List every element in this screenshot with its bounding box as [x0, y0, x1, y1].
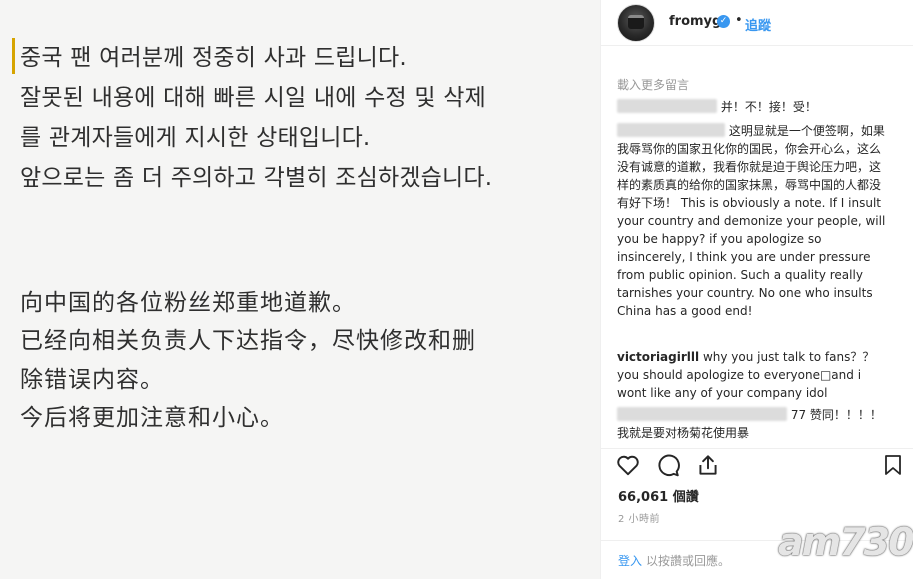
avatar[interactable] — [617, 4, 655, 42]
comment-username[interactable]: victoriagirlll — [617, 350, 699, 364]
login-link[interactable]: 登入 — [618, 552, 642, 569]
share-icon[interactable] — [695, 452, 721, 478]
blurred-username — [617, 407, 787, 421]
comment-item: 77 赞同！！！！我就是要对杨菊花使用暴 — [617, 406, 887, 442]
bookmark-icon[interactable] — [881, 452, 905, 478]
text-cursor-bar — [12, 38, 15, 74]
action-bar — [601, 448, 913, 482]
post-header: fromyg ✓ • 追蹤 — [601, 0, 913, 46]
apology-line-zh-4: 今后将更加注意和小心。 — [20, 405, 284, 431]
load-more-comments-link[interactable]: 載入更多留言 — [617, 76, 689, 93]
like-count[interactable]: 66,061 個讚 — [618, 486, 699, 505]
apology-line-zh-1: 向中国的各位粉丝郑重地道歉。 — [20, 290, 356, 316]
comment-item: victoriagirlll why you just talk to fans… — [617, 348, 887, 402]
comment-text: 并！不！接！受！ — [720, 100, 817, 114]
apology-line-ko-4: 앞으로는 좀 더 주의하고 각별히 조심하겠습니다. — [20, 165, 493, 191]
post-image[interactable]: 중국 팬 여러분께 정중히 사과 드립니다. 잘못된 내용에 대해 빠른 시일 … — [0, 0, 600, 579]
comment-item: 并！不！接！受！ — [617, 98, 887, 116]
comment-bubble-icon[interactable] — [655, 452, 681, 478]
apology-line-ko-1: 중국 팬 여러분께 정중히 사과 드립니다. — [20, 45, 407, 71]
blurred-username — [617, 99, 717, 113]
comment-item: 这明显就是一个便签啊，如果我辱骂你的国家丑化你的国民，你会开心么，这么没有诚意的… — [617, 122, 887, 320]
verified-check-icon: ✓ — [717, 15, 730, 28]
post-timestamp[interactable]: 2 小時前 — [618, 510, 660, 525]
am730-watermark-logo: am730 — [778, 520, 913, 564]
blurred-username — [617, 123, 725, 137]
username[interactable]: fromyg — [669, 14, 721, 29]
heart-icon[interactable] — [615, 452, 641, 478]
apology-line-ko-3: 를 관계자들에게 지시한 상태입니다. — [20, 125, 371, 151]
follow-button[interactable]: 追蹤 — [745, 15, 771, 34]
apology-line-ko-2: 잘못된 내용에 대해 빠른 시일 내에 수정 및 삭제 — [20, 85, 486, 111]
comment-text: 这明显就是一个便签啊，如果我辱骂你的国家丑化你的国民，你会开心么，这么没有诚意的… — [617, 124, 886, 318]
separator-dot: • — [735, 13, 743, 28]
post-side-panel: fromyg ✓ • 追蹤 載入更多留言 并！不！接！受！ 这明显就是一个便签啊… — [600, 0, 913, 579]
apology-line-zh-2: 已经向相关负责人下达指令，尽快修改和删 — [20, 328, 476, 354]
apology-line-zh-3: 除错误内容。 — [20, 367, 164, 393]
login-prompt-text: 以按讚或回應。 — [646, 554, 731, 568]
